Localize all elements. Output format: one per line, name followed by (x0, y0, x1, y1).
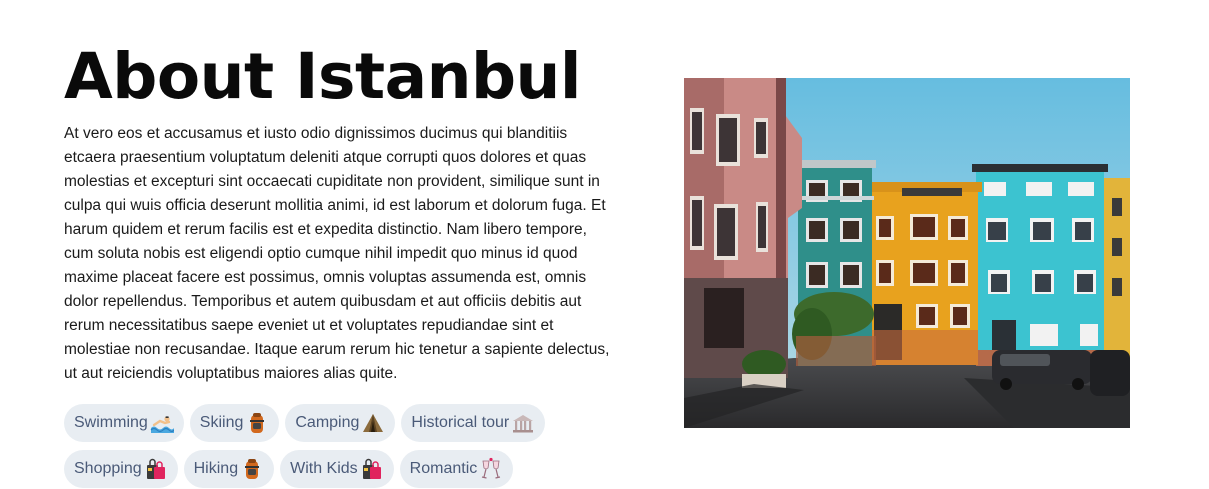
about-text-column: About Istanbul At vero eos et accusamus … (64, 38, 624, 488)
shopping-bags-icon (362, 458, 381, 479)
istanbul-photo (684, 78, 1130, 428)
ruins-icon (513, 415, 534, 433)
page-title: About Istanbul (64, 40, 582, 113)
clinking-glasses-icon (482, 457, 501, 479)
tag-label: Swimming (74, 414, 148, 431)
tag-hiking[interactable]: Hiking (183, 450, 275, 488)
tag-label: Skiing (199, 414, 244, 431)
tag-historical-tour[interactable]: Historical tour (401, 404, 546, 442)
tag-label: With Kids (290, 460, 358, 477)
shopping-bags-icon (146, 458, 165, 479)
colorful-houses-image (684, 78, 1130, 428)
tag-label: Hiking (193, 460, 239, 477)
swimmer-icon (150, 416, 174, 433)
tent-icon (363, 414, 384, 432)
backpack-icon (245, 459, 260, 479)
tag-with-kids[interactable]: With Kids (280, 450, 394, 488)
tag-label: Shopping (74, 460, 142, 477)
about-paragraph: At vero eos et accusamus et iusto odio d… (64, 125, 610, 382)
tag-label: Romantic (409, 460, 478, 477)
tag-romantic[interactable]: Romantic (399, 450, 514, 488)
tag-label: Historical tour (411, 414, 510, 431)
activity-tags: Swimming Skiing Camping Historical tour … (64, 404, 604, 488)
tag-label: Camping (295, 414, 360, 431)
tag-camping[interactable]: Camping (285, 404, 396, 442)
about-istanbul-section: About Istanbul At vero eos et accusamus … (0, 0, 1209, 489)
tag-swimming[interactable]: Swimming (64, 404, 184, 442)
backpack-icon (250, 413, 265, 433)
tag-shopping[interactable]: Shopping (64, 450, 178, 488)
tag-skiing[interactable]: Skiing (189, 404, 280, 442)
